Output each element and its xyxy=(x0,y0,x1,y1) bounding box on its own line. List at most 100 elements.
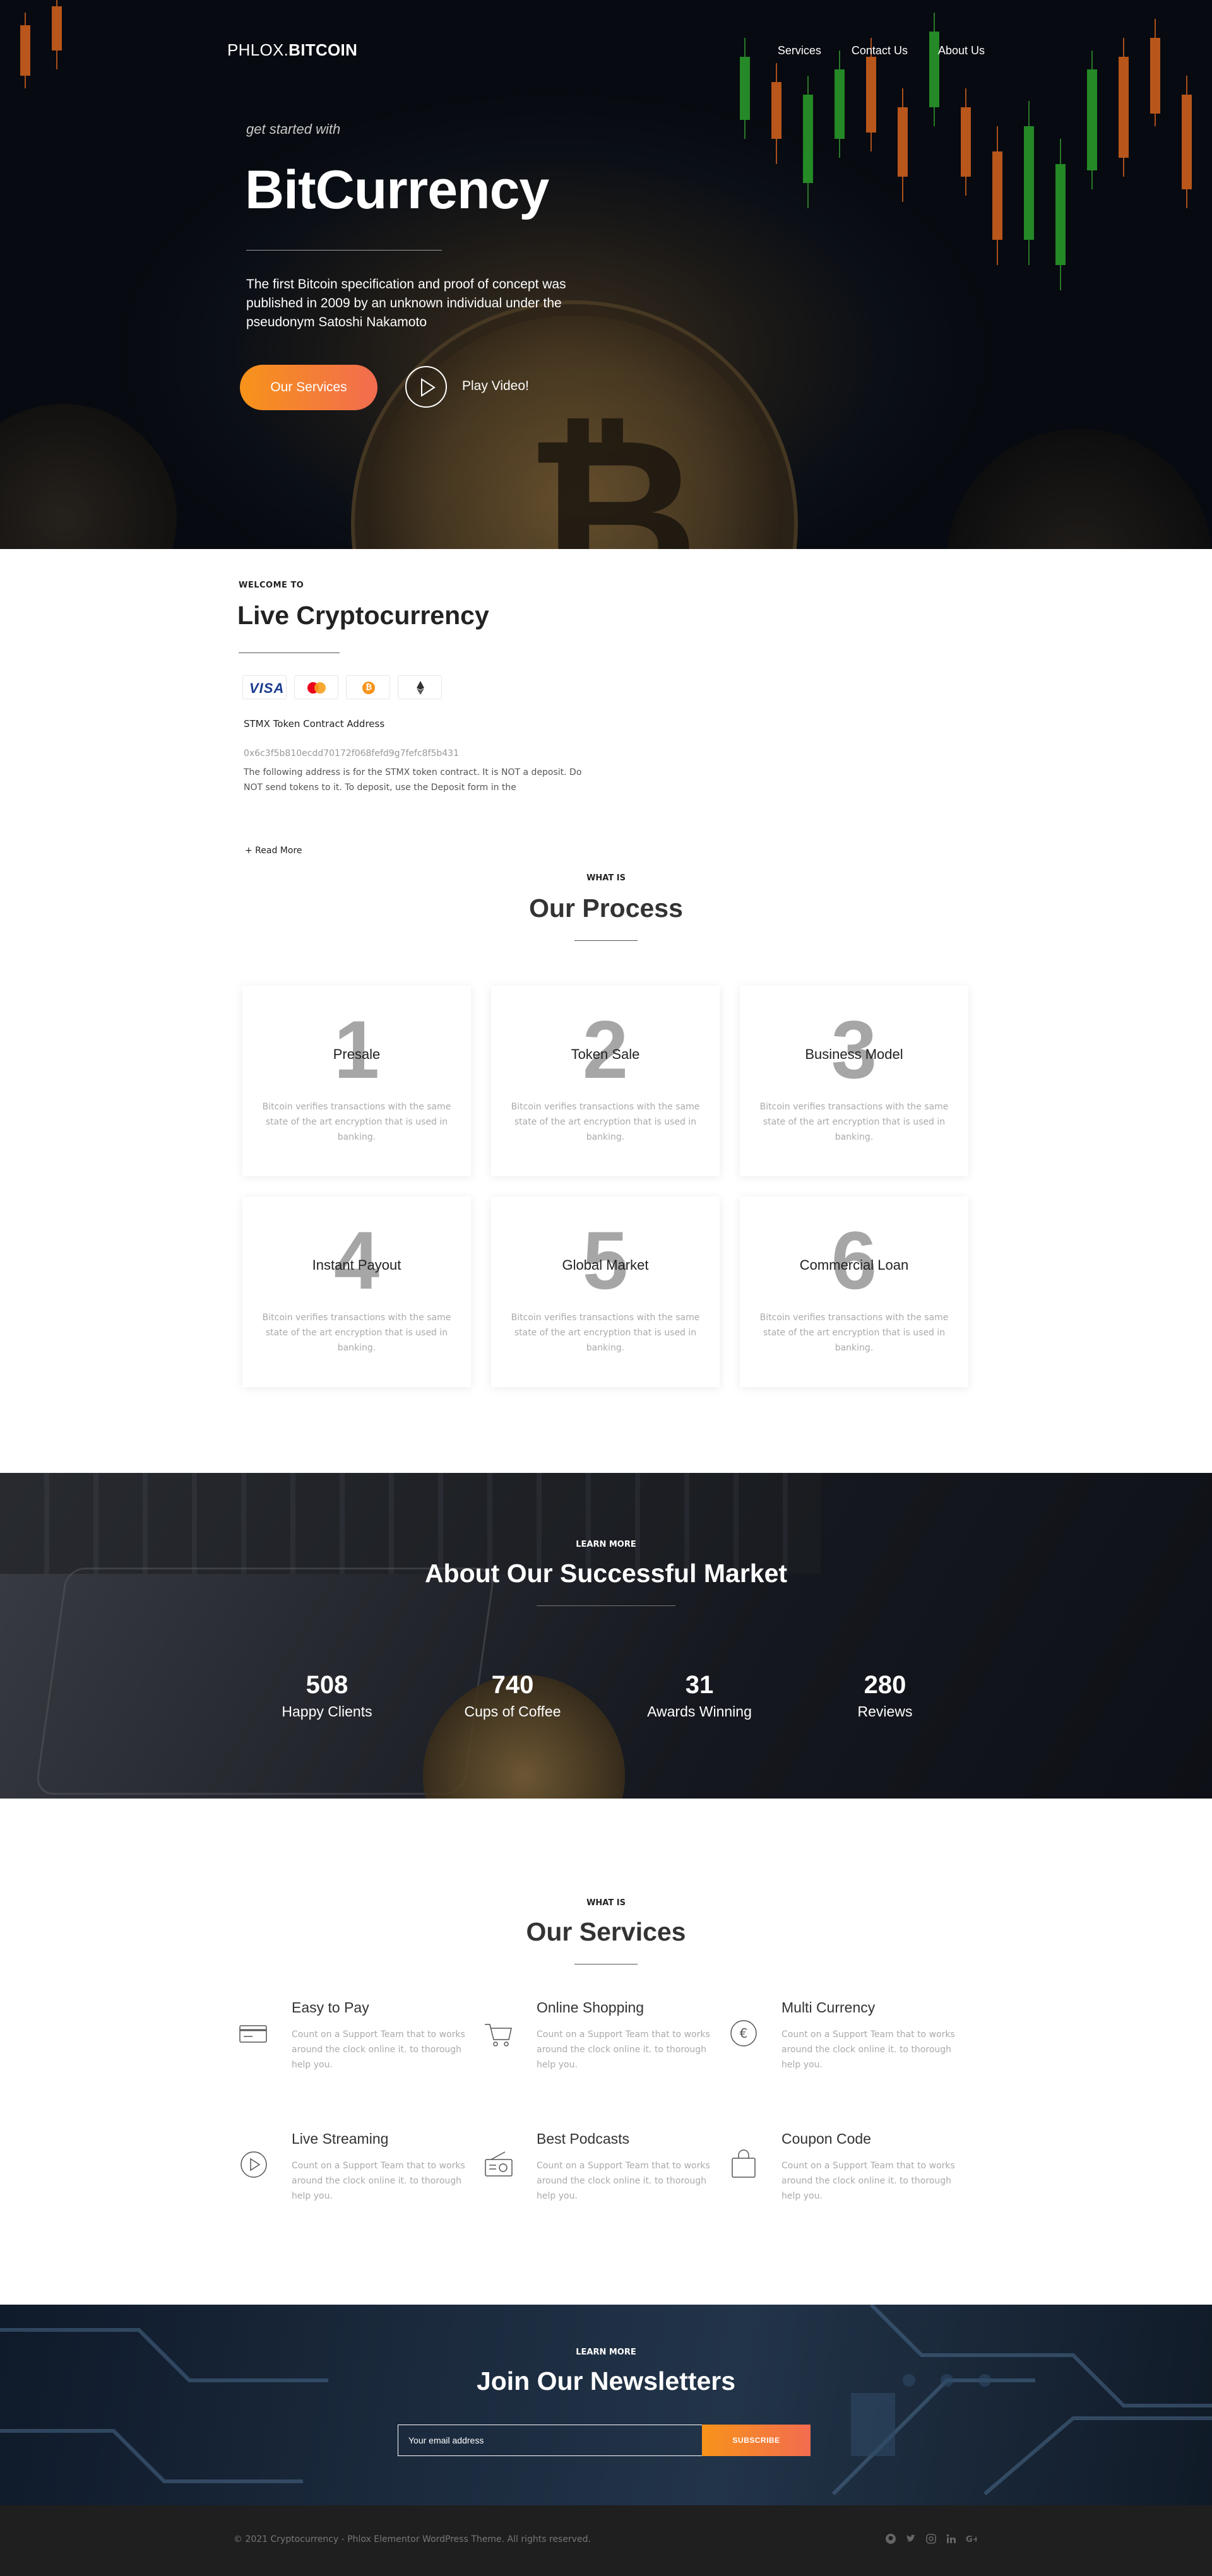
welcome-kicker: WELCOME TO xyxy=(239,581,304,590)
svg-text:G+: G+ xyxy=(966,2535,977,2544)
stat-value: 31 xyxy=(685,1671,714,1699)
service-title: Live Streaming xyxy=(292,2130,389,2147)
stat-value: 280 xyxy=(864,1671,906,1699)
ethereum-logo xyxy=(398,675,442,699)
service-title: Coupon Code xyxy=(781,2130,871,2147)
subscribe-button[interactable]: SUBSCRIBE xyxy=(702,2425,811,2456)
circuit-board-background xyxy=(0,2305,1212,2496)
service-title: Best Podcasts xyxy=(537,2130,630,2147)
svg-text:€: € xyxy=(740,2026,748,2041)
stat-label: Happy Clients xyxy=(282,1703,372,1720)
newsletter-section: LEARN MORE Join Our Newsletters SUBSCRIB… xyxy=(0,2305,1212,2505)
read-more-link[interactable]: + Read More xyxy=(245,846,302,856)
service-item: Best Podcasts Count on a Support Team th… xyxy=(484,2130,723,2225)
stat-value: 508 xyxy=(306,1671,348,1699)
stats-title: About Our Successful Market xyxy=(424,1559,788,1588)
visa-logo: VISA xyxy=(242,675,287,699)
visa-wordmark: VISA xyxy=(249,680,285,696)
copyright-text: © 2021 Cryptocurrency - Phlox Elementor … xyxy=(234,2534,591,2544)
nav-contact-us[interactable]: Contact Us xyxy=(852,44,908,57)
shopping-cart-icon xyxy=(485,2024,512,2047)
stat-cups-of-coffee: 740 Cups of Coffee xyxy=(431,1671,595,1720)
stat-value: 740 xyxy=(491,1671,534,1699)
mastercard-logo xyxy=(294,675,338,699)
contract-description: The following address is for the STMX to… xyxy=(244,767,582,793)
hero-section: ₿ PHLOX.BITCOIN Services Contact Us Abou… xyxy=(0,0,1212,549)
newsletter-title: Join Our Newsletters xyxy=(476,2366,736,2396)
play-circle-icon xyxy=(241,2151,267,2178)
step-text: Bitcoin verifies transactions with the s… xyxy=(262,1313,451,1353)
step-title: Token Sale xyxy=(571,1046,640,1062)
process-kicker: WHAT IS xyxy=(586,873,626,883)
service-text: Count on a Support Team that to works ar… xyxy=(537,2029,710,2070)
service-item: Easy to Pay Count on a Support Team that… xyxy=(239,1999,478,2094)
hero-title: BitCurrency xyxy=(245,160,549,220)
stat-happy-clients: 508 Happy Clients xyxy=(245,1671,409,1720)
nav-services[interactable]: Services xyxy=(778,44,821,57)
play-video-button[interactable] xyxy=(405,366,447,408)
service-text: Count on a Support Team that to works ar… xyxy=(781,2029,955,2070)
email-field[interactable] xyxy=(398,2425,702,2456)
payment-logos: VISA ₿ xyxy=(242,675,442,699)
newsletter-kicker: LEARN MORE xyxy=(576,2348,636,2357)
step-title: Instant Payout xyxy=(312,1257,401,1273)
hero-kicker: get started with xyxy=(246,121,341,137)
radio-icon xyxy=(485,2151,513,2177)
footer: © 2021 Cryptocurrency - Phlox Elementor … xyxy=(0,2505,1212,2576)
hero-divider xyxy=(246,250,442,251)
service-item: Live Streaming Count on a Support Team t… xyxy=(239,2130,478,2225)
stat-label: Reviews xyxy=(857,1703,913,1720)
bitcoin-logo: ₿ xyxy=(346,675,390,699)
process-card: 5 Global Market Bitcoin verifies transac… xyxy=(491,1196,720,1387)
twitter-icon[interactable] xyxy=(905,2533,917,2544)
step-title: Presale xyxy=(333,1046,381,1062)
step-text: Bitcoin verifies transactions with the s… xyxy=(759,1313,949,1353)
service-title: Multi Currency xyxy=(781,1999,876,2016)
hero-description: The first Bitcoin specification and proo… xyxy=(246,277,566,329)
stats-kicker: LEARN MORE xyxy=(576,1540,636,1549)
google-plus-icon[interactable]: G+ xyxy=(966,2533,980,2544)
play-icon xyxy=(421,378,436,397)
step-title: Business Model xyxy=(805,1046,903,1062)
services-title: Our Services xyxy=(526,1917,686,1946)
stat-reviews: 280 Reviews xyxy=(803,1671,967,1720)
instagram-icon[interactable] xyxy=(925,2533,937,2544)
process-card: 6 Commercial Loan Bitcoin verifies trans… xyxy=(740,1196,968,1387)
process-card: 3 Business Model Bitcoin verifies transa… xyxy=(740,986,968,1176)
service-item: € Multi Currency Count on a Support Team… xyxy=(728,1999,968,2094)
play-video-label[interactable]: Play Video! xyxy=(462,379,529,394)
service-text: Count on a Support Team that to works ar… xyxy=(292,2161,465,2201)
main-nav: Services Contact Us About Us xyxy=(778,44,985,57)
stat-label: Awards Winning xyxy=(647,1703,752,1720)
euro-icon: € xyxy=(730,2020,757,2047)
service-item: Online Shopping Count on a Support Team … xyxy=(484,1999,723,2094)
step-title: Commercial Loan xyxy=(799,1257,909,1273)
service-item: Coupon Code Count on a Support Team that… xyxy=(728,2130,968,2225)
contract-address: 0x6c3f5b810ecdd70172f068fefd9g7fefc8f5b4… xyxy=(244,748,459,759)
contract-title: STMX Token Contract Address xyxy=(244,718,385,730)
linkedin-icon[interactable] xyxy=(946,2533,957,2544)
stats-divider xyxy=(537,1605,675,1606)
site-logo[interactable]: PHLOX.BITCOIN xyxy=(227,40,357,60)
our-services-button[interactable]: Our Services xyxy=(240,365,377,410)
stat-label: Cups of Coffee xyxy=(464,1703,561,1720)
service-title: Easy to Pay xyxy=(292,1999,369,2016)
step-text: Bitcoin verifies transactions with the s… xyxy=(262,1102,451,1142)
stats-section: LEARN MORE About Our Successful Market 5… xyxy=(0,1473,1212,1799)
step-text: Bitcoin verifies transactions with the s… xyxy=(511,1313,700,1353)
process-title: Our Process xyxy=(529,894,683,923)
service-text: Count on a Support Team that to works ar… xyxy=(537,2161,710,2201)
shopping-bag-icon xyxy=(732,2149,756,2178)
social-links: G+ xyxy=(885,2533,980,2544)
logo-prefix: PHLOX. xyxy=(227,40,289,59)
service-text: Count on a Support Team that to works ar… xyxy=(781,2161,955,2201)
process-card: 4 Instant Payout Bitcoin verifies transa… xyxy=(242,1196,471,1387)
github-icon[interactable] xyxy=(885,2533,896,2544)
process-card: 2 Token Sale Bitcoin verifies transactio… xyxy=(491,986,720,1176)
step-title: Global Market xyxy=(562,1257,649,1273)
nav-about-us[interactable]: About Us xyxy=(938,44,985,57)
logo-bold: BITCOIN xyxy=(288,40,358,59)
stat-awards-winning: 31 Awards Winning xyxy=(617,1671,781,1720)
process-divider xyxy=(574,940,638,941)
service-title: Online Shopping xyxy=(537,1999,645,2016)
